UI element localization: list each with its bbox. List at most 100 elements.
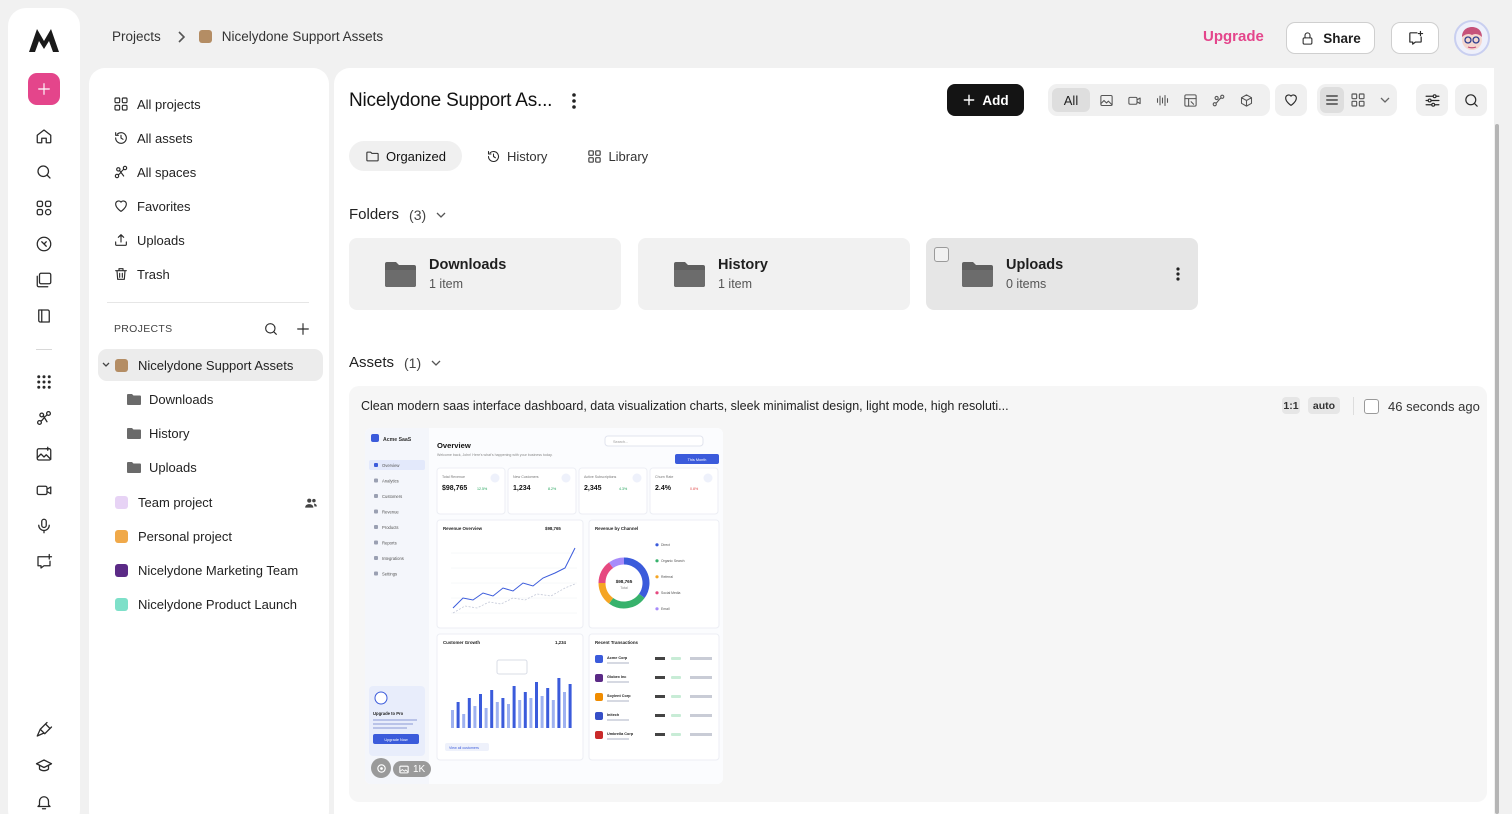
learn-icon[interactable] xyxy=(35,757,53,775)
home-icon[interactable] xyxy=(35,127,53,145)
grid-view-button[interactable] xyxy=(1346,87,1370,113)
subfolder-downloads[interactable]: Downloads xyxy=(127,392,213,407)
more-options-icon[interactable] xyxy=(568,92,580,110)
folders-count: (3) xyxy=(409,206,427,223)
thumb-growth-bar xyxy=(495,702,499,728)
project-item-personal[interactable]: Personal project xyxy=(115,529,232,544)
thumb-growth-bar xyxy=(535,682,538,728)
asset-thumbnail[interactable]: Acme SaaS Overview Analytics Customers Reve… xyxy=(365,428,723,784)
breadcrumb-projects[interactable]: Projects xyxy=(112,29,161,44)
subfolder-uploads[interactable]: Uploads xyxy=(127,460,197,475)
filter-video[interactable] xyxy=(1122,88,1146,112)
project-item-team-project[interactable]: Team project xyxy=(115,495,212,510)
add-button[interactable]: Add xyxy=(947,84,1024,116)
nav-all-projects[interactable]: All projects xyxy=(113,96,201,112)
image-icon xyxy=(399,765,409,773)
thumb-tx-name: Initech xyxy=(607,713,620,717)
plugin-icon[interactable] xyxy=(35,721,53,739)
folders-section-header[interactable]: Folders (3) xyxy=(349,206,446,223)
filter-canvas[interactable] xyxy=(1178,88,1202,112)
chevron-right-icon xyxy=(178,30,185,43)
search-button[interactable] xyxy=(1455,84,1487,116)
tab-library[interactable]: Library xyxy=(571,141,664,171)
svg-text:This Month: This Month xyxy=(688,458,707,462)
video-gen-icon[interactable] xyxy=(35,481,53,499)
apps-icon[interactable] xyxy=(35,199,53,217)
folder-select-checkbox[interactable] xyxy=(934,247,949,262)
filter-nodes[interactable] xyxy=(1206,88,1230,112)
project-item-marketing-team[interactable]: Nicelydone Marketing Team xyxy=(115,563,298,578)
search-icon[interactable] xyxy=(35,163,53,181)
new-button[interactable] xyxy=(28,73,60,105)
folders-title: Folders xyxy=(349,206,400,223)
svg-text:Upgrade Now: Upgrade Now xyxy=(384,738,407,742)
list-view-button[interactable] xyxy=(1320,87,1345,113)
svg-text:Upgrade to Pro: Upgrade to Pro xyxy=(373,711,404,716)
spaces-icon xyxy=(114,165,128,179)
app-logo[interactable] xyxy=(28,27,60,53)
favorites-filter-button[interactable] xyxy=(1275,84,1307,116)
page-scrollbar[interactable] xyxy=(1495,124,1499,814)
nodes-icon[interactable] xyxy=(35,409,53,427)
svg-text:Welcome back, John! Here's wha: Welcome back, John! Here's what's happen… xyxy=(437,453,553,457)
all-tools-icon[interactable] xyxy=(35,373,53,391)
nav-all-assets[interactable]: All assets xyxy=(113,130,193,146)
thumb-legend-label: Direct xyxy=(661,543,670,547)
folder-card-downloads[interactable]: Downloads 1 item xyxy=(349,238,621,310)
project-label: Personal project xyxy=(138,529,232,544)
book-icon[interactable] xyxy=(35,307,53,325)
nav-favorites[interactable]: Favorites xyxy=(113,198,190,214)
chevron-down-icon[interactable] xyxy=(102,361,110,369)
folder-card-history[interactable]: History 1 item xyxy=(638,238,910,310)
chat-add-icon[interactable] xyxy=(35,553,53,571)
nav-trash[interactable]: Trash xyxy=(113,266,170,282)
folder-name: History xyxy=(718,257,768,273)
tab-history[interactable]: History xyxy=(470,141,563,171)
filter-audio[interactable] xyxy=(1150,88,1174,112)
subfolder-history[interactable]: History xyxy=(127,426,189,441)
thumb-legend-dot xyxy=(655,559,659,563)
view-options-dropdown[interactable] xyxy=(1373,87,1397,113)
tab-label: Organized xyxy=(386,148,446,164)
chevron-down-icon[interactable] xyxy=(431,359,441,367)
user-avatar[interactable] xyxy=(1454,20,1490,56)
assets-section-header[interactable]: Assets (1) xyxy=(349,354,441,371)
share-button[interactable]: Share xyxy=(1286,22,1375,54)
filter-settings-button[interactable] xyxy=(1416,84,1448,116)
project-item-product-launch[interactable]: Nicelydone Product Launch xyxy=(115,597,297,612)
asset-select-checkbox[interactable] xyxy=(1364,399,1379,414)
filter-all[interactable]: All xyxy=(1052,88,1090,112)
microphone-icon[interactable] xyxy=(35,517,53,535)
image-gen-icon[interactable] xyxy=(35,445,53,463)
thumb-legend-dot xyxy=(655,607,659,611)
asset-prompt-text[interactable]: Clean modern saas interface dashboard, d… xyxy=(361,399,1009,413)
dashboard-preview-image: Acme SaaS Overview Analytics Customers Reve… xyxy=(365,428,723,784)
folder-card-uploads[interactable]: Uploads 0 items xyxy=(926,238,1198,310)
thumb-nav-icon xyxy=(374,494,378,498)
folder-more-icon[interactable] xyxy=(1174,266,1182,282)
sliders-icon xyxy=(1425,93,1439,107)
explore-icon[interactable] xyxy=(35,235,53,253)
thumb-growth-bar xyxy=(523,692,527,728)
upgrade-link[interactable]: Upgrade xyxy=(1203,28,1264,45)
thumb-tx-amount xyxy=(655,695,665,698)
filter-3d[interactable] xyxy=(1234,88,1258,112)
breadcrumb-current[interactable]: Nicelydone Support Assets xyxy=(222,29,383,44)
add-project-icon[interactable] xyxy=(295,321,311,337)
project-color-swatch xyxy=(115,564,128,577)
notification-bell-icon[interactable] xyxy=(35,793,53,811)
tab-organized[interactable]: Organized xyxy=(349,141,462,171)
gallery-icon[interactable] xyxy=(35,271,53,289)
nav-uploads[interactable]: Uploads xyxy=(113,232,185,248)
folder-icon xyxy=(127,394,141,405)
search-projects-icon[interactable] xyxy=(263,321,279,337)
project-color-swatch xyxy=(198,30,212,43)
project-item-support-assets[interactable]: Nicelydone Support Assets xyxy=(115,358,293,373)
asset-timestamp: 46 seconds ago xyxy=(1388,399,1480,414)
feedback-button[interactable] xyxy=(1391,22,1439,54)
aspect-ratio-badge: 1:1 xyxy=(1282,397,1300,414)
filter-image[interactable] xyxy=(1094,88,1118,112)
nav-all-spaces[interactable]: All spaces xyxy=(113,164,196,180)
nodes-icon xyxy=(1212,94,1224,106)
chevron-down-icon[interactable] xyxy=(436,211,446,219)
